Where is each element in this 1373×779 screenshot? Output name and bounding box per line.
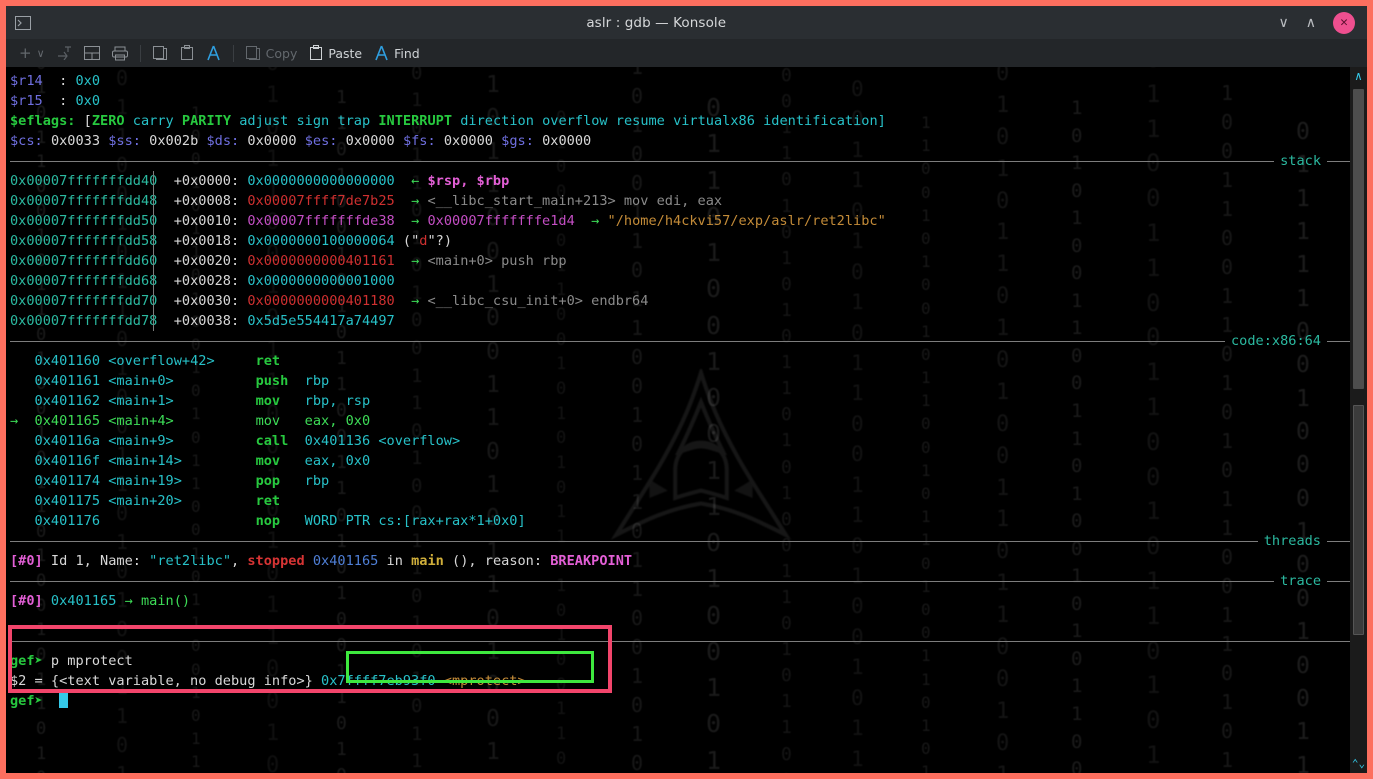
toolbar-separator-2	[232, 44, 234, 62]
separator-line	[10, 580, 1275, 582]
stack-row: 0x00007fffffffdd48 +0x0008: 0x00007ffff7…	[10, 193, 723, 209]
code-row: 0x40116f <main+14> mov eax, 0x0	[26, 453, 371, 469]
separator-line	[10, 640, 1367, 642]
section-label: trace	[1280, 573, 1321, 589]
copy-icon	[152, 45, 168, 61]
find-icon-button[interactable]	[201, 41, 226, 65]
stack-row: 0x00007fffffffdd68 +0x0028: 0x0000000000…	[10, 273, 395, 289]
section-label: stack	[1280, 153, 1321, 169]
terminal-icon	[12, 13, 34, 33]
code-row: 0x40116a <main+9> call 0x401136 <overflo…	[26, 433, 461, 449]
section-separator: code:x86:64	[10, 331, 1367, 351]
terminal-scrollbar[interactable]: ∧ ⌃⌄	[1350, 67, 1367, 773]
segment-registers-line: $cs: 0x0033 $ss: 0x002b $ds: 0x0000 $es:…	[10, 133, 592, 149]
scroll-down-arrow[interactable]: ⌃⌄	[1352, 758, 1365, 773]
minimize-button[interactable]: ∨	[1279, 16, 1289, 30]
separator-line	[10, 160, 1275, 162]
copy-button[interactable]: Copy	[241, 41, 303, 65]
stack-row: 0x00007fffffffdd50 +0x0010: 0x00007fffff…	[10, 213, 886, 229]
separator-line	[10, 540, 1258, 542]
maximize-button[interactable]: ∧	[1306, 16, 1316, 30]
title-bar: aslr : gdb — Konsole ∨ ∧ ✕	[6, 6, 1367, 39]
scrollbar-track[interactable]	[1352, 85, 1365, 759]
section-separator: stack	[10, 151, 1367, 171]
find-icon	[206, 45, 221, 61]
new-tab-button[interactable]: + ∨	[14, 41, 50, 65]
stack-row: 0x00007fffffffdd78 +0x0038: 0x5d5e554417…	[10, 313, 395, 329]
print-button[interactable]	[107, 41, 133, 65]
code-row: 0x401175 <main+20> ret	[26, 493, 305, 509]
stack-column-divider	[153, 171, 154, 331]
trace-line: [#0] 0x401165 → main()	[10, 593, 191, 609]
new-window-button[interactable]	[52, 41, 77, 65]
scrollbar-thumb[interactable]	[1353, 89, 1364, 389]
close-button[interactable]: ✕	[1333, 11, 1355, 34]
paste-icon-2	[309, 45, 323, 61]
stack-row: 0x00007fffffffdd40 +0x0000: 0x0000000000…	[10, 173, 510, 189]
register-line: $r15 : 0x0	[10, 93, 101, 109]
gdb-output: $r14 : 0x0 $r15 : 0x0 $eflags: [ZERO carry…	[6, 67, 1367, 711]
eflags-line: $eflags: [ZERO carry PARITY adjust sign …	[10, 113, 886, 129]
copy-label: Copy	[265, 45, 298, 61]
stack-row: 0x00007fffffffdd70 +0x0030: 0x0000000000…	[10, 293, 649, 309]
konsole-window: aslr : gdb — Konsole ∨ ∧ ✕ + ∨ Copy Past…	[0, 0, 1373, 779]
plus-icon: +	[19, 44, 32, 62]
code-row: 0x401160 <overflow+42> ret	[26, 353, 305, 369]
code-row: 0x401174 <main+19> pop rbp	[26, 473, 330, 489]
find-label: Find	[394, 45, 420, 61]
section-separator: trace	[10, 571, 1367, 591]
stack-row: 0x00007fffffffdd60 +0x0020: 0x0000000000…	[10, 253, 567, 269]
section-separator: threads	[10, 531, 1367, 551]
command-line: gef➤ p mprotect	[10, 653, 133, 669]
split-view-button[interactable]	[79, 41, 105, 65]
thread-line: [#0] Id 1, Name: "ret2libc", stopped 0x4…	[10, 553, 633, 569]
text-cursor	[59, 693, 69, 708]
toolbar: + ∨ Copy Paste Find	[6, 39, 1367, 67]
register-line: $r14 : 0x0	[10, 73, 101, 89]
stack-block: 0x00007fffffffdd40 +0x0000: 0x0000000000…	[10, 171, 1367, 331]
code-row: 0x401161 <main+0> push rbp	[26, 373, 330, 389]
section-label: threads	[1263, 533, 1321, 549]
code-row: 0x401176 nop WORD PTR cs:[rax+rax*1+0x0]	[26, 513, 526, 529]
scrollbar-thumb-secondary[interactable]	[1353, 405, 1364, 635]
chevron-down-icon: ∨	[36, 46, 45, 60]
print-icon	[111, 46, 128, 61]
final-prompt-line: gef➤	[10, 691, 1367, 711]
section-label: code:x86:64	[1230, 333, 1321, 349]
terminal-area[interactable]: 1 0 1 0 1 1 0 0 1 0 1 1 0 1 0 0 1 0 1 1 …	[6, 67, 1367, 773]
separator	[10, 631, 1367, 651]
code-row: 0x401162 <main+1> mov rbp, rsp	[26, 393, 371, 409]
paste-label: Paste	[328, 45, 363, 61]
paste-button[interactable]: Paste	[304, 41, 367, 65]
code-row: → 0x401165 <main+4> mov eax, 0x0	[10, 413, 371, 429]
paste-icon	[180, 45, 194, 61]
window-title: aslr : gdb — Konsole	[586, 14, 727, 31]
find-button[interactable]: Find	[369, 41, 425, 65]
toolbar-separator	[139, 44, 141, 62]
command-result-line: $2 = {<text variable, no debug info>} 0x…	[10, 673, 526, 689]
copy-icon-button[interactable]	[148, 41, 173, 65]
window-controls: ∨ ∧ ✕	[1279, 11, 1355, 34]
new-window-icon	[57, 46, 72, 60]
find-icon-2	[374, 45, 389, 61]
separator-line	[10, 340, 1225, 342]
split-view-icon	[83, 46, 100, 60]
paste-icon-button[interactable]	[175, 41, 199, 65]
stack-row: 0x00007fffffffdd58 +0x0018: 0x0000000100…	[10, 233, 453, 249]
copy-icon-2	[245, 45, 261, 61]
scroll-up-arrow[interactable]: ∧	[1355, 67, 1362, 85]
